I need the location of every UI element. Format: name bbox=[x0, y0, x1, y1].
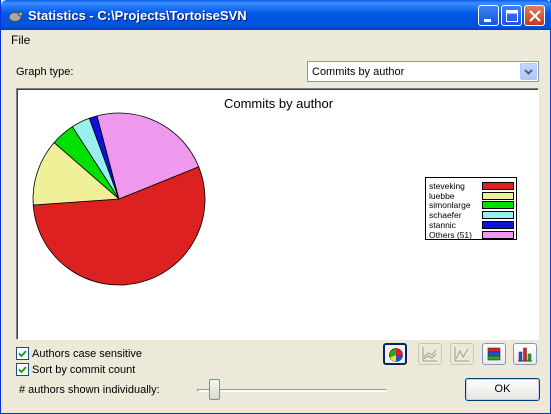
statistics-window: Statistics - C:\Projects\TortoiseSVN Fil… bbox=[0, 0, 551, 414]
menu-file[interactable]: File bbox=[11, 33, 30, 47]
stacked-line-chart-button[interactable] bbox=[418, 343, 442, 365]
maximize-button[interactable] bbox=[501, 5, 522, 26]
legend-swatch bbox=[482, 211, 514, 220]
legend-label: schaefer bbox=[429, 210, 462, 221]
checkmark-icon bbox=[18, 350, 27, 358]
legend-label: Others (51) bbox=[429, 229, 472, 240]
legend-label: luebbe bbox=[429, 190, 455, 201]
legend-swatch bbox=[482, 191, 514, 200]
pie-chart-icon bbox=[389, 348, 403, 362]
minimize-icon bbox=[484, 19, 491, 22]
legend-item: luebbe bbox=[428, 191, 516, 201]
legend-label: simonlarge bbox=[429, 200, 471, 211]
legend-item: steveking bbox=[428, 181, 516, 191]
stacked-line-chart-icon bbox=[422, 347, 437, 362]
dropdown-arrow-button[interactable] bbox=[520, 63, 537, 80]
authors-case-sensitive-label: Authors case sensitive bbox=[32, 348, 143, 360]
chevron-down-icon bbox=[524, 69, 533, 75]
graph-type-select[interactable]: Commits by author bbox=[307, 61, 539, 82]
graph-type-label: Graph type: bbox=[16, 66, 74, 78]
chart-legend: steveking luebbe simonlarge schaefer stannic… bbox=[425, 177, 517, 240]
legend-item: stannic bbox=[428, 220, 516, 230]
legend-swatch bbox=[482, 201, 514, 210]
chart-area: Commits by author steveking luebbe simonla… bbox=[16, 88, 539, 340]
checkmark-icon bbox=[18, 366, 27, 374]
stacked-bar-chart-icon bbox=[487, 347, 501, 361]
legend-item: simonlarge bbox=[428, 200, 516, 210]
pie-chart-button[interactable] bbox=[383, 343, 407, 365]
ok-button[interactable]: OK bbox=[465, 378, 540, 401]
bar-chart-button[interactable] bbox=[513, 343, 537, 365]
legend-label: stannic bbox=[429, 219, 456, 230]
close-button[interactable] bbox=[524, 5, 545, 26]
close-icon bbox=[529, 10, 541, 22]
legend-item: Others (51) bbox=[428, 230, 516, 240]
authors-case-sensitive-checkbox[interactable] bbox=[16, 347, 29, 360]
minimize-button[interactable] bbox=[478, 5, 499, 26]
legend-swatch bbox=[482, 220, 514, 229]
pie-chart bbox=[32, 112, 206, 286]
menu-bar: File bbox=[1, 30, 550, 49]
stacked-bar-chart-button[interactable] bbox=[482, 343, 506, 365]
legend-item: schaefer bbox=[428, 210, 516, 220]
title-bar[interactable]: Statistics - C:\Projects\TortoiseSVN bbox=[1, 0, 551, 30]
graph-type-value: Commits by author bbox=[312, 66, 405, 78]
line-chart-icon bbox=[454, 347, 469, 362]
legend-swatch bbox=[482, 230, 514, 239]
sort-by-commit-count-checkbox[interactable] bbox=[16, 363, 29, 376]
maximize-icon bbox=[506, 10, 518, 22]
legend-label: steveking bbox=[429, 181, 465, 191]
authors-slider-track[interactable] bbox=[197, 389, 387, 392]
authors-slider-thumb[interactable] bbox=[209, 379, 221, 400]
line-chart-button[interactable] bbox=[450, 343, 474, 365]
sort-by-commit-count-label: Sort by commit count bbox=[32, 364, 136, 376]
authors-shown-label: # authors shown individually: bbox=[19, 384, 160, 396]
tortoise-icon bbox=[8, 11, 23, 23]
window-title: Statistics - C:\Projects\TortoiseSVN bbox=[28, 8, 247, 23]
legend-swatch bbox=[482, 182, 514, 190]
bar-chart-icon bbox=[518, 347, 532, 362]
